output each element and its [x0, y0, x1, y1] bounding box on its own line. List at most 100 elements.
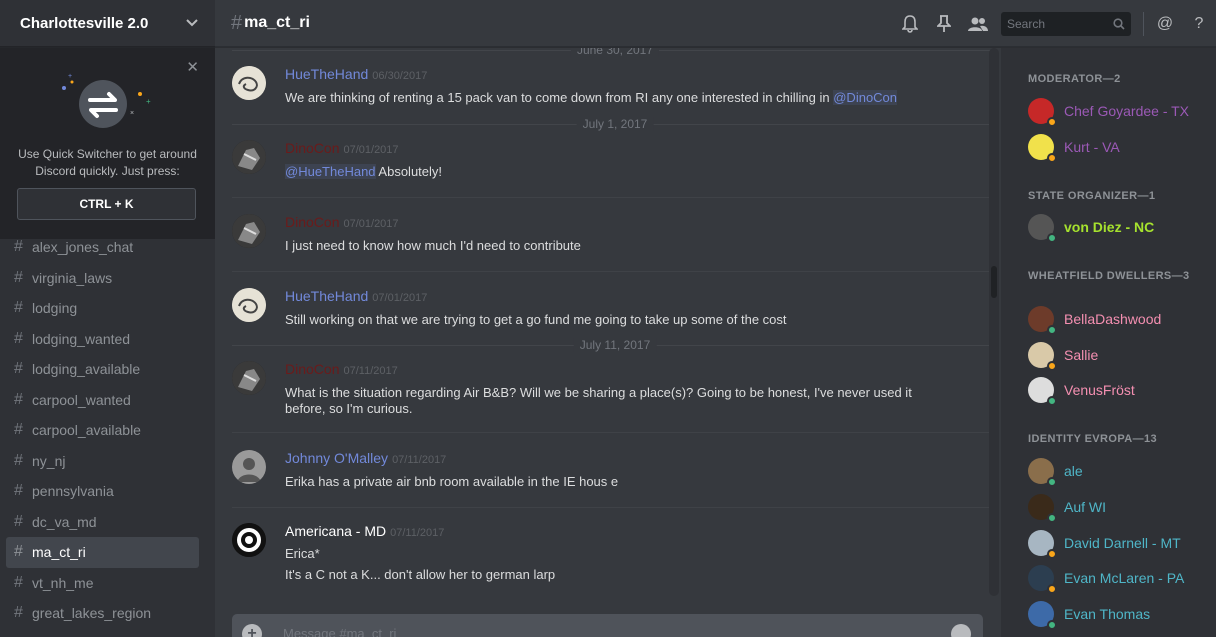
- avatar[interactable]: [232, 450, 266, 484]
- avatar[interactable]: [232, 361, 266, 395]
- message-composer[interactable]: + Message #ma_ct_ri: [232, 614, 983, 637]
- message: HueTheHand 07/01/2017 Still working on th…: [232, 288, 998, 328]
- message-input[interactable]: Message #ma_ct_ri: [283, 626, 396, 637]
- avatar: [1028, 98, 1057, 127]
- status-indicator: [1047, 620, 1057, 630]
- scrollbar[interactable]: [989, 48, 999, 596]
- server-name: Charlottesville 2.0: [20, 14, 149, 32]
- channel-lodging-wanted[interactable]: # lodging_wanted: [6, 324, 199, 355]
- status-indicator: [1047, 396, 1057, 406]
- channel-pennsylvania[interactable]: # pennsylvania: [6, 476, 199, 507]
- channel-name: ma_ct_ri: [244, 14, 310, 31]
- channel-lodging[interactable]: # lodging: [6, 293, 199, 324]
- member-item[interactable]: Evan Thomas: [1028, 599, 1150, 630]
- message-header: DinoCon 07/01/2017: [285, 140, 399, 158]
- hash-icon: #: [14, 604, 23, 622]
- quick-switcher-shortcut[interactable]: CTRL + K: [17, 188, 196, 220]
- message-content: Still working on that we are trying to g…: [285, 312, 787, 327]
- server-header[interactable]: Charlottesville 2.0: [0, 0, 215, 47]
- pin-icon[interactable]: [927, 0, 961, 47]
- hash-icon: #: [14, 329, 23, 347]
- username[interactable]: HueTheHand: [285, 66, 368, 82]
- member-item[interactable]: ale: [1028, 456, 1083, 487]
- message-header: Americana - MD 07/11/2017: [285, 523, 444, 541]
- avatar: [1028, 214, 1057, 243]
- date-divider: July 1, 2017: [232, 117, 998, 131]
- channel-vt-nh-me[interactable]: # vt_nh_me: [6, 568, 199, 599]
- channel-virginia-laws[interactable]: # virginia_laws: [6, 263, 199, 294]
- channel-dc-va-md[interactable]: # dc_va_md: [6, 507, 199, 538]
- username[interactable]: Americana - MD: [285, 523, 386, 539]
- member-item[interactable]: von Diez - NC: [1028, 212, 1154, 243]
- close-icon[interactable]: ✕: [186, 58, 199, 76]
- help-icon[interactable]: ?: [1182, 0, 1216, 47]
- role-header: STATE ORGANIZER—1: [1028, 190, 1156, 202]
- bell-icon[interactable]: [893, 0, 927, 47]
- message-content: Erika has a private air bnb room availab…: [285, 474, 619, 489]
- username[interactable]: DinoCon: [285, 140, 339, 156]
- avatar[interactable]: [232, 66, 266, 100]
- plus-icon[interactable]: +: [242, 624, 262, 637]
- username[interactable]: DinoCon: [285, 214, 339, 230]
- message: DinoCon 07/01/2017 @HueTheHand Absolutely…: [232, 140, 998, 180]
- channel-carpool-wanted[interactable]: # carpool_wanted: [6, 385, 199, 416]
- timestamp: 07/11/2017: [392, 454, 447, 466]
- message-content: I just need to know how much I'd need to…: [285, 238, 581, 253]
- message-separator: [232, 507, 998, 508]
- username[interactable]: HueTheHand: [285, 288, 368, 304]
- channel-great-lakes-region[interactable]: # great_lakes_region: [6, 598, 199, 629]
- channel-sidebar: Charlottesville 2.0 ✕ + + × Use Quick Sw…: [0, 0, 215, 637]
- mention[interactable]: @HueTheHand: [285, 164, 376, 179]
- username[interactable]: DinoCon: [285, 361, 339, 377]
- message-content: We are thinking of renting a 15 pack van…: [285, 90, 985, 106]
- status-indicator: [1047, 477, 1057, 487]
- channel-label: dc_va_md: [32, 513, 97, 530]
- scrollbar-thumb[interactable]: [991, 266, 997, 298]
- member-name: VenusFröst: [1064, 382, 1135, 398]
- avatar: [1028, 377, 1057, 406]
- channel-alex-jones-chat[interactable]: # alex_jones_chat: [6, 232, 199, 263]
- member-item[interactable]: Sallie: [1028, 340, 1098, 371]
- avatar: [1028, 458, 1057, 487]
- channel-label: vt_nh_me: [32, 574, 94, 591]
- hash-icon: #: [14, 451, 23, 469]
- message-content: Erica*: [285, 546, 320, 561]
- member-item[interactable]: VenusFröst: [1028, 375, 1135, 406]
- message-header: HueTheHand 07/01/2017: [285, 288, 427, 306]
- member-item[interactable]: Kurt - VA: [1028, 132, 1120, 163]
- message-header: Johnny O'Malley 07/11/2017: [285, 450, 446, 468]
- hash-icon: #: [14, 543, 23, 561]
- channel-ny-nj[interactable]: # ny_nj: [6, 446, 199, 477]
- message-list: June 30, 2017 HueTheHand 06/30/2017 We ar…: [215, 48, 1000, 637]
- channel-carpool-available[interactable]: # carpool_available: [6, 415, 199, 446]
- avatar[interactable]: [232, 140, 266, 174]
- member-item[interactable]: Chef Goyardee - TX: [1028, 96, 1190, 127]
- emoji-icon[interactable]: [951, 624, 971, 637]
- search-placeholder: Search: [1007, 16, 1046, 31]
- member-item[interactable]: Auf WI: [1028, 492, 1106, 523]
- mention[interactable]: @DinoCon: [833, 90, 898, 105]
- channel-lodging-available[interactable]: # lodging_available: [6, 354, 199, 385]
- avatar[interactable]: [232, 214, 266, 248]
- quick-switcher-text: Use Quick Switcher to get around Discord…: [18, 147, 197, 178]
- channel-label: carpool_wanted: [32, 391, 131, 408]
- avatar: [1028, 530, 1057, 559]
- mention-icon[interactable]: @: [1148, 0, 1182, 47]
- member-item[interactable]: David Darnell - MT: [1028, 528, 1181, 559]
- hash-icon: #: [14, 360, 23, 378]
- message: Americana - MD 07/11/2017 Erica* It's a C…: [232, 523, 998, 593]
- hash-icon: #: [14, 238, 23, 256]
- search-input[interactable]: Search: [1001, 11, 1131, 36]
- avatar[interactable]: [232, 288, 266, 322]
- member-name: Chef Goyardee - TX: [1064, 103, 1190, 119]
- channel-list: # alex_jones_chat # virginia_laws # lodging…: [0, 232, 215, 629]
- member-item[interactable]: BellaDashwood: [1028, 304, 1161, 335]
- chevron-down-icon[interactable]: [185, 16, 199, 30]
- member-name: Evan McLaren - PA: [1064, 570, 1185, 586]
- member-name: David Darnell - MT: [1064, 535, 1181, 551]
- members-icon[interactable]: [961, 0, 995, 47]
- member-item[interactable]: Evan McLaren - PA: [1028, 563, 1185, 594]
- channel-ma-ct-ri[interactable]: # ma_ct_ri: [6, 537, 199, 568]
- username[interactable]: Johnny O'Malley: [285, 450, 388, 466]
- avatar[interactable]: [232, 523, 266, 557]
